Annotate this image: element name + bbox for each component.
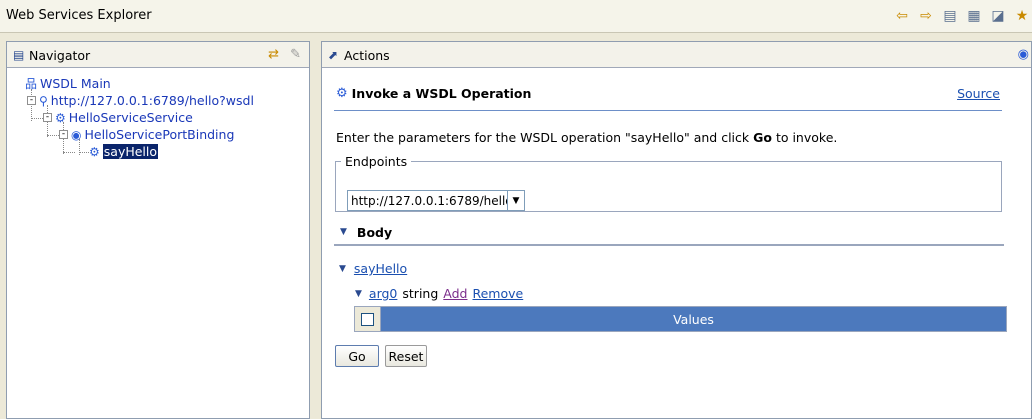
- values-header: Values: [381, 307, 1006, 331]
- endpoints-group: Endpoints http://127.0.0.1:6789/hello ▼: [335, 154, 1002, 212]
- sayhello-link[interactable]: sayHello: [354, 261, 407, 276]
- title-bar: Web Services Explorer ⇦ ⇨ ▤ ▦ ◪ ★: [0, 0, 1032, 33]
- back-arrow-icon[interactable]: ⇦: [892, 7, 912, 25]
- collapse-arrow-icon[interactable]: ▼: [340, 227, 347, 237]
- operation-icon: ⚙: [89, 144, 100, 159]
- actions-header: ⬈ Actions ◉: [322, 42, 1031, 68]
- star-icon[interactable]: ★: [1012, 7, 1032, 25]
- collapse-arrow-icon[interactable]: ▼: [355, 289, 362, 299]
- wsdl-icon: ⚲: [39, 93, 48, 108]
- actions-icon: ⬈: [328, 48, 339, 62]
- chevron-down-icon[interactable]: ▼: [507, 191, 524, 210]
- tree-item-binding[interactable]: - ◉ HelloServicePortBinding: [59, 126, 234, 143]
- wsdl-page-icon[interactable]: ▤: [940, 7, 960, 25]
- navigator-panel: ▤ Navigator ⇄ ✎ 品 WSDL Main - ⚲ http://1…: [6, 41, 310, 419]
- tree-item-wsdl-main[interactable]: 品 WSDL Main: [25, 75, 111, 92]
- endpoint-select[interactable]: http://127.0.0.1:6789/hello ▼: [347, 190, 525, 211]
- refresh-icon[interactable]: ⇄: [268, 47, 279, 62]
- collapse-arrow-icon[interactable]: ▼: [339, 264, 346, 274]
- reset-button[interactable]: Reset: [385, 345, 427, 367]
- select-all-checkbox[interactable]: [361, 312, 374, 326]
- wsdl-main-icon: 品: [25, 77, 38, 91]
- go-button[interactable]: Go: [335, 345, 379, 367]
- operation-row: ▼ sayHello: [339, 261, 407, 276]
- argument-row: ▼ arg0 string Add Remove: [355, 286, 523, 301]
- toolbar: ⇦ ⇨ ▤ ▦ ◪ ★: [892, 7, 1032, 25]
- arg-type: string: [402, 286, 439, 301]
- service-icon: ⚙: [55, 110, 66, 125]
- navigator-header: ▤ Navigator ⇄ ✎: [7, 42, 309, 68]
- window-title: Web Services Explorer: [6, 8, 152, 23]
- actions-panel: ⬈ Actions ◉ ⚙ Invoke a WSDL Operation So…: [321, 41, 1032, 419]
- collapse-toggle[interactable]: -: [27, 96, 36, 105]
- tree-item-wsdl-url[interactable]: - ⚲ http://127.0.0.1:6789/hello?wsdl: [27, 92, 254, 109]
- divider: [334, 110, 1002, 111]
- remove-link[interactable]: Remove: [472, 286, 523, 301]
- forward-arrow-icon[interactable]: ⇨: [916, 7, 936, 25]
- body-section-header[interactable]: ▼ Body: [334, 220, 1004, 246]
- binding-icon: ◉: [71, 127, 82, 142]
- values-table: Values: [354, 306, 1007, 332]
- favorites-page-icon[interactable]: ◪: [988, 7, 1008, 25]
- endpoints-legend: Endpoints: [345, 154, 408, 169]
- add-link[interactable]: Add: [443, 286, 467, 301]
- instruction-text: Enter the parameters for the WSDL operat…: [336, 130, 838, 145]
- actions-title: Actions: [344, 48, 390, 63]
- collapse-toggle[interactable]: -: [59, 130, 68, 139]
- invoke-operation-icon: ⚙: [336, 86, 348, 101]
- source-link[interactable]: Source: [957, 86, 1000, 101]
- tree-item-service[interactable]: - ⚙ HelloServiceService: [43, 109, 193, 126]
- body-label: Body: [356, 224, 393, 240]
- select-all-cell: [355, 307, 381, 331]
- actions-menu-icon[interactable]: ◉: [1018, 47, 1029, 62]
- tree-item-sayhello[interactable]: ⚙ sayHello: [89, 143, 159, 160]
- clear-icon[interactable]: ✎: [290, 47, 301, 62]
- uddi-page-icon[interactable]: ▦: [964, 7, 984, 25]
- navigator-icon: ▤: [13, 48, 25, 62]
- collapse-toggle[interactable]: -: [43, 113, 52, 122]
- arg-name-link[interactable]: arg0: [369, 286, 397, 301]
- operation-heading: ⚙ Invoke a WSDL Operation: [336, 86, 532, 101]
- navigator-title: Navigator: [29, 48, 91, 63]
